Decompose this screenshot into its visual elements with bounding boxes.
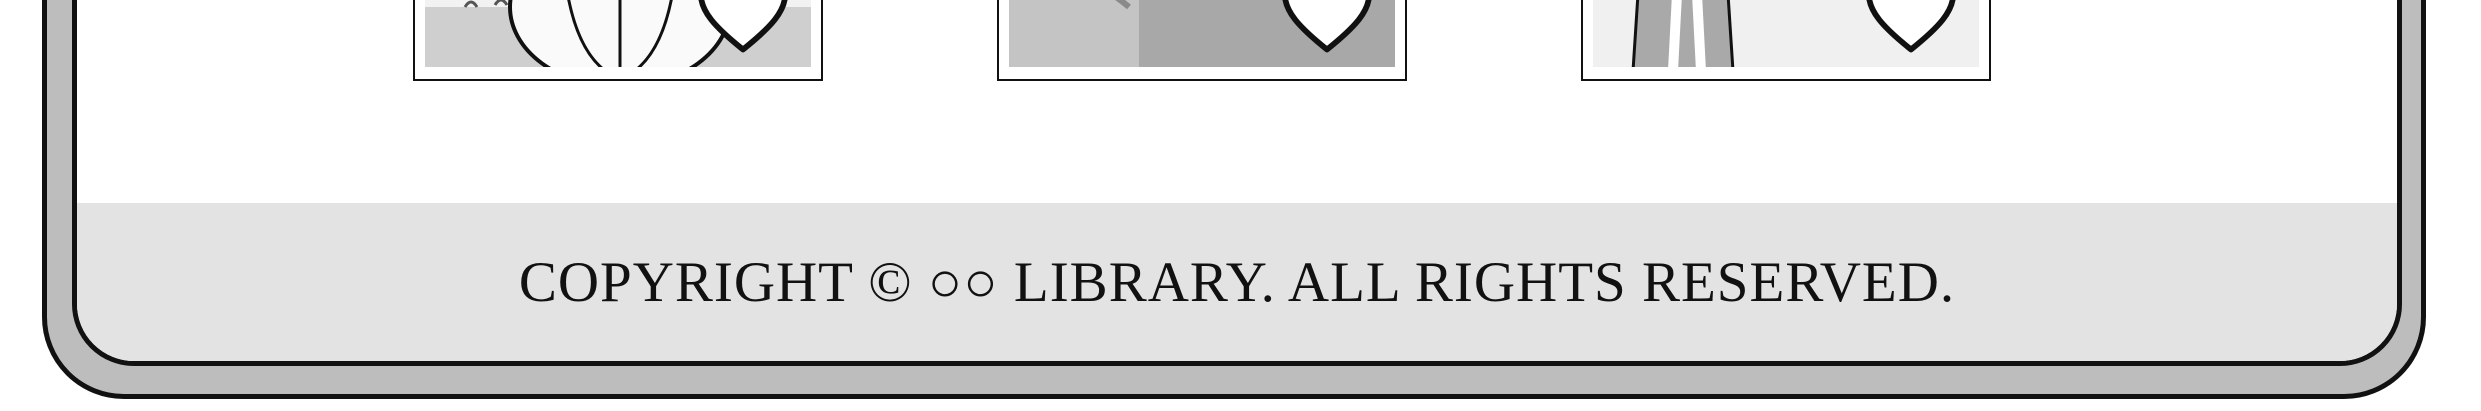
app-screen: COPYRIGHT © ○○ LIBRARY. ALL RIGHTS RESER… — [72, 0, 2402, 366]
book-card-2[interactable] — [997, 0, 1407, 81]
heart-outline-icon[interactable] — [695, 0, 791, 61]
heart-outline-icon[interactable] — [1279, 0, 1375, 61]
copyright-text: COPYRIGHT © ○○ LIBRARY. ALL RIGHTS RESER… — [518, 251, 1956, 314]
book-card-1[interactable] — [413, 0, 823, 81]
heart-outline-icon[interactable] — [1863, 0, 1959, 61]
book-card-3[interactable] — [1581, 0, 1991, 81]
